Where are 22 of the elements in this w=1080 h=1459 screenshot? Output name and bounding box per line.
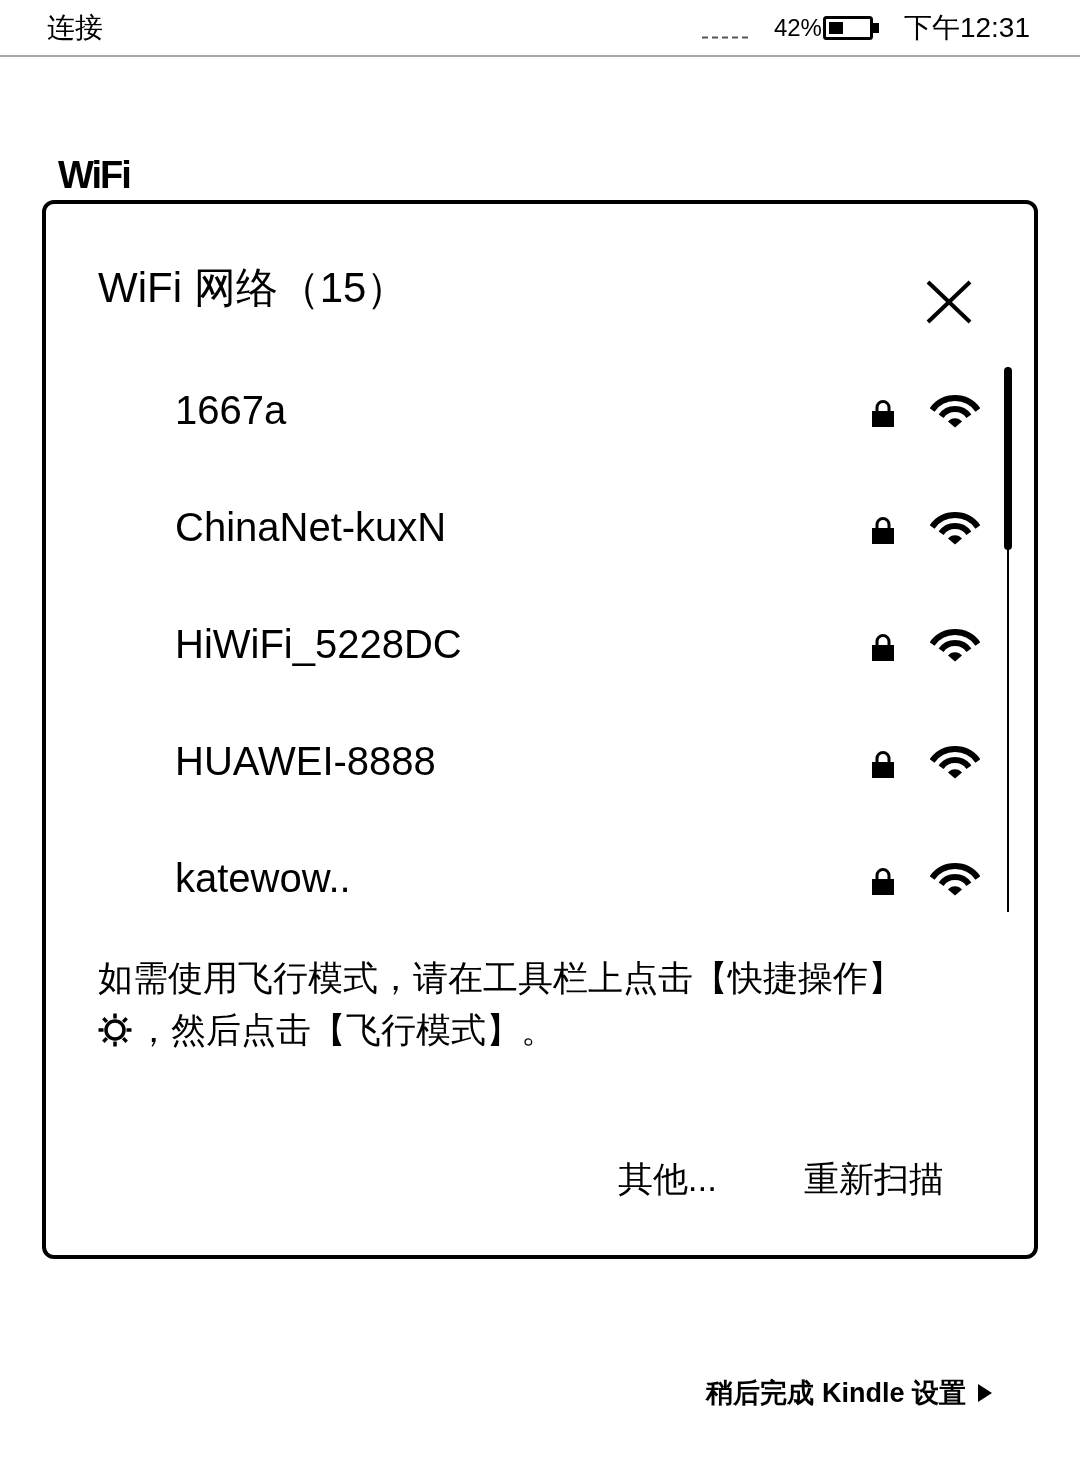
status-title: 连接 xyxy=(47,10,103,45)
dialog-title: WiFi 网络（15） xyxy=(98,264,410,312)
signal-dashes-icon xyxy=(701,36,750,39)
status-time: 下午12:31 xyxy=(903,10,1030,45)
network-name[interactable]: katewow.. xyxy=(175,853,351,902)
skip-setup-link[interactable]: 稍后完成 Kindle 设置 xyxy=(706,1373,992,1413)
airplane-hint-text: ，然后点击【飞行模式】。 xyxy=(136,1009,556,1051)
network-name[interactable]: ChinaNet-kuxN xyxy=(175,502,447,551)
page-heading: WiFi xyxy=(58,153,130,198)
network-name[interactable]: HiWiFi_5228DC xyxy=(175,619,462,668)
play-triangle-icon xyxy=(978,1384,992,1402)
close-button[interactable] xyxy=(926,280,972,324)
close-icon xyxy=(926,280,972,324)
dialog-button[interactable]: 重新扫描 xyxy=(792,1149,956,1209)
dialog-button[interactable]: 其他... xyxy=(605,1149,729,1209)
battery-icon xyxy=(822,15,879,40)
sun-icon xyxy=(98,1013,132,1047)
scrollbar-thumb[interactable] xyxy=(1004,367,1012,550)
battery-percent: 42% xyxy=(773,12,822,43)
network-name[interactable]: HUAWEI-8888 xyxy=(175,736,436,785)
airplane-hint-text: 如需使用飞行模式，请在工具栏上点击【快捷操作】 xyxy=(98,957,903,999)
network-name[interactable]: 1667a xyxy=(175,385,287,434)
